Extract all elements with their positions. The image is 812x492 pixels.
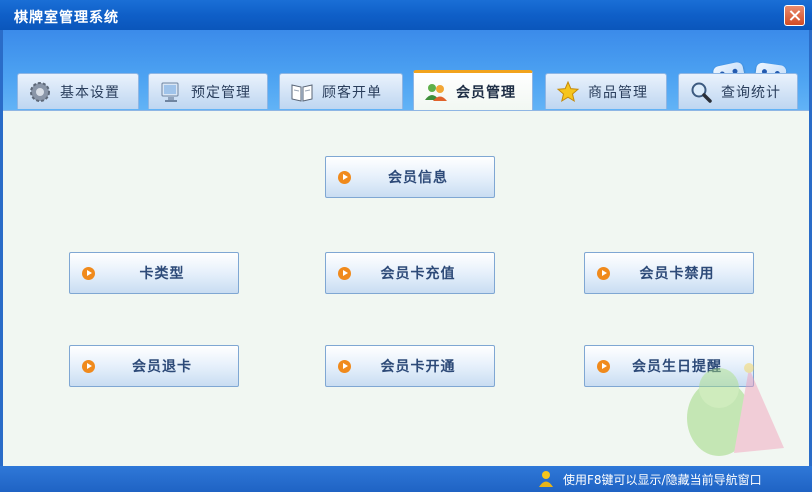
title-bar[interactable]: 棋牌室管理系统 <box>0 0 812 30</box>
arrow-right-icon <box>338 267 351 280</box>
arrow-right-icon <box>82 267 95 280</box>
tab-reservation[interactable]: 预定管理 <box>148 73 268 109</box>
members-icon <box>424 80 448 104</box>
card-disable-button[interactable]: 会员卡禁用 <box>584 252 754 294</box>
tab-member-management[interactable]: 会员管理 <box>413 70 533 111</box>
monitor-icon <box>159 80 183 104</box>
card-open-button[interactable]: 会员卡开通 <box>325 345 495 387</box>
close-button[interactable] <box>784 5 805 26</box>
book-icon <box>290 80 314 104</box>
tab-query-statistics[interactable]: 查询统计 <box>678 73 798 109</box>
mascot-decoration <box>687 363 784 456</box>
tab-basic-settings[interactable]: 基本设置 <box>17 73 139 109</box>
arrow-right-icon <box>338 360 351 373</box>
gear-icon <box>28 80 52 104</box>
window-title: 棋牌室管理系统 <box>14 10 119 26</box>
tab-customer-order[interactable]: 顾客开单 <box>279 73 403 109</box>
status-bar: 使用F8键可以显示/隐藏当前导航窗口 <box>0 466 812 492</box>
user-hint-icon <box>539 471 553 487</box>
magnifier-icon <box>689 80 713 104</box>
card-type-button[interactable]: 卡类型 <box>69 252 239 294</box>
star-icon <box>556 80 580 104</box>
arrow-right-icon <box>338 171 351 184</box>
card-refund-button[interactable]: 会员退卡 <box>69 345 239 387</box>
status-hint: 使用F8键可以显示/隐藏当前导航窗口 <box>563 473 762 487</box>
arrow-right-icon <box>82 360 95 373</box>
card-recharge-button[interactable]: 会员卡充值 <box>325 252 495 294</box>
app-window: 棋牌室管理系统 基本设置 预定管理 顾客开单 会员管理 商品管理 查询统计 会员… <box>0 0 812 492</box>
member-info-button[interactable]: 会员信息 <box>325 156 495 198</box>
arrow-right-icon <box>597 360 610 373</box>
tab-product-management[interactable]: 商品管理 <box>545 73 667 109</box>
arrow-right-icon <box>597 267 610 280</box>
tab-bar: 基本设置 预定管理 顾客开单 会员管理 商品管理 查询统计 <box>0 70 812 111</box>
member-management-panel: 会员信息 卡类型 会员卡充值 会员卡禁用 会员退卡 会员卡开通 会员生日提醒 <box>3 110 809 466</box>
